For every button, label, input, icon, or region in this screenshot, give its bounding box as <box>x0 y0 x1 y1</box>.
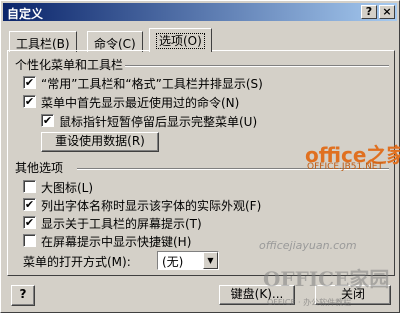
option-recent-commands[interactable]: ✔ 菜单中首先显示最近使用过的命令(N) <box>23 93 383 110</box>
title-bar[interactable]: 自定义 ? × <box>3 3 397 21</box>
checkbox-font-preview[interactable]: ✔ <box>23 198 36 211</box>
option-font-preview-label: 列出字体名称时显示该字体的实际外观(F) <box>41 199 262 213</box>
option-shortcut-keys[interactable]: 在屏幕提示中显示快捷键(H) <box>23 232 343 249</box>
chevron-down-icon[interactable]: ▼ <box>203 252 218 269</box>
tab-toolbars[interactable]: 工具栏(B) <box>9 31 77 52</box>
tab-options[interactable]: 选项(O) <box>149 28 212 52</box>
personalized-group-title: 个性化菜单和工具栏 <box>15 58 124 72</box>
help-button[interactable]: ? <box>11 285 35 306</box>
option-recent-commands-label: 菜单中首先显示最近使用过的命令(N) <box>41 96 240 110</box>
option-font-preview[interactable]: ✔ 列出字体名称时显示该字体的实际外观(F) <box>23 196 363 213</box>
option-large-icons-label: 大图标(L) <box>41 181 94 195</box>
other-group-title: 其他选项 <box>15 161 64 175</box>
option-screentips[interactable]: ✔ 显示关于工具栏的屏幕提示(T) <box>23 214 343 231</box>
checkbox-side-by-side[interactable]: ✔ <box>23 76 36 89</box>
menu-animation-select[interactable]: (无) ▼ <box>157 251 219 270</box>
help-icon: ? <box>19 287 27 301</box>
checkbox-shortcut-keys[interactable] <box>23 234 36 247</box>
tab-toolbars-label: 工具栏(B) <box>16 37 70 51</box>
other-separator <box>77 168 389 170</box>
checkbox-screentips[interactable]: ✔ <box>23 216 36 229</box>
close-button[interactable]: 关闭 <box>315 285 391 305</box>
option-large-icons[interactable]: 大图标(L) <box>23 178 223 195</box>
tab-commands-label: 命令(C) <box>94 37 136 51</box>
customize-dialog: 自定义 ? × 工具栏(B) 命令(C) 选项(O) 个性化菜单和工具栏 ✔ “… <box>0 0 400 313</box>
option-side-by-side-label: “常用”工具栏和“格式”工具栏并排显示(S) <box>41 77 263 91</box>
menu-animation-value: (无) <box>162 255 184 269</box>
option-shortcut-keys-label: 在屏幕提示中显示快捷键(H) <box>41 235 192 249</box>
personalized-separator <box>125 65 389 67</box>
help-title-button[interactable]: ? <box>361 5 377 19</box>
menu-animation-label: 菜单的打开方式(M): <box>23 253 153 269</box>
reset-usage-button[interactable]: 重设使用数据(R) <box>41 132 159 152</box>
option-side-by-side[interactable]: ✔ “常用”工具栏和“格式”工具栏并排显示(S) <box>23 74 383 91</box>
option-screentips-label: 显示关于工具栏的屏幕提示(T) <box>41 217 202 231</box>
option-full-menus-label: 鼠标指针短暂停留后显示完整菜单(U) <box>59 115 258 129</box>
dialog-title: 自定义 <box>7 7 44 21</box>
close-title-button[interactable]: × <box>379 5 395 19</box>
checkbox-full-menus[interactable]: ✔ <box>41 114 54 127</box>
tab-commands[interactable]: 命令(C) <box>87 31 143 52</box>
checkbox-large-icons[interactable] <box>23 180 36 193</box>
checkbox-recent-commands[interactable]: ✔ <box>23 95 36 108</box>
option-full-menus[interactable]: ✔ 鼠标指针短暂停留后显示完整菜单(U) <box>41 112 381 129</box>
menu-animation-label-text: 菜单的打开方式(M): <box>23 255 131 269</box>
keyboard-button[interactable]: 键盘(K)... <box>219 285 295 305</box>
tab-options-label: 选项(O) <box>156 33 205 49</box>
